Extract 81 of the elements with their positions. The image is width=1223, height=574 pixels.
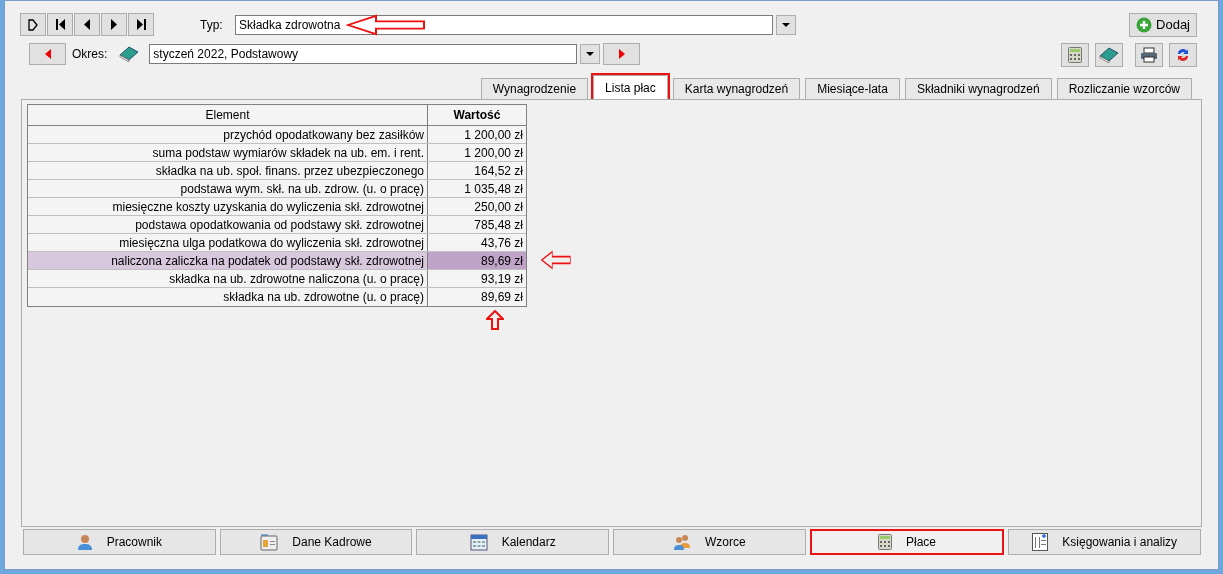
table-cell-text: 93,19 zł	[479, 270, 524, 287]
calculator-icon	[1068, 47, 1082, 63]
table-row[interactable]: przychód opodatkowany bez zasiłków 1 200,00 zł	[28, 126, 526, 144]
table-cell: suma podstaw wymiarów składek na ub. em. i rent.	[28, 144, 428, 161]
previous-icon	[84, 19, 90, 30]
table-cell-text: 164,52 zł	[473, 162, 524, 179]
table-cell-text: 250,00 zł	[473, 198, 524, 215]
typ-field[interactable]: Składka zdrowotna	[235, 14, 773, 35]
next-icon	[111, 19, 117, 30]
table-cell: miesięczna ulga podatkowa do wyliczenia skł. zdrowotnej	[28, 234, 428, 251]
table-cell-text: 1 035,48 zł	[463, 180, 524, 197]
last-icon	[136, 19, 146, 30]
next-period-button[interactable]	[603, 43, 641, 65]
navigation-button[interactable]	[20, 13, 46, 36]
navigation-button[interactable]	[101, 13, 127, 36]
module-button[interactable]: Dane Kadrowe	[219, 529, 413, 555]
table-cell-text: 89,69 zł	[479, 289, 524, 306]
table-cell: składka na ub. zdrowotne (u. o pracę)	[28, 288, 428, 306]
table-row[interactable]: składka na ub. społ. finans. przez ubezpieczonego 164,52 zł	[28, 162, 526, 180]
column-header[interactable]: Wartość	[428, 105, 526, 125]
table-row[interactable]: składka na ub. zdrowotne naliczona (u. o pracę) 93,19 zł	[28, 270, 526, 288]
toolbar-button[interactable]	[1095, 43, 1123, 67]
first-icon	[55, 19, 65, 30]
plus-icon	[1136, 17, 1153, 33]
toolbar-button[interactable]	[1169, 43, 1197, 67]
module-button[interactable]: Pracownik	[23, 529, 216, 555]
tab[interactable]: Miesiące-lata	[805, 78, 900, 99]
table-cell: podstawa opodatkowania od podstawy skł. zdrowotnej	[28, 216, 428, 233]
table-row[interactable]: suma podstaw wymiarów składek na ub. em. i rent. 1 200,00 zł	[28, 144, 526, 162]
okres-label: Okres:	[72, 46, 108, 63]
table-cell: miesięczne koszty uzyskania do wyliczenia skł. zdrowotnej	[28, 198, 428, 215]
module-button[interactable]: Płace	[809, 529, 1005, 555]
calculator-icon	[878, 534, 892, 550]
caret-icon	[586, 52, 595, 56]
navigation-button[interactable]	[47, 13, 73, 36]
typ-label: Typ:	[200, 16, 224, 34]
book-icon	[119, 46, 140, 62]
navigation-button[interactable]	[74, 13, 100, 36]
book-icon	[1099, 47, 1119, 63]
previous-period-button[interactable]	[29, 43, 66, 65]
ledger-icon	[1032, 533, 1049, 551]
id-card-icon	[260, 533, 279, 551]
left-arrow-icon	[44, 49, 51, 59]
table-cell-text: 43,76 zł	[479, 234, 524, 251]
person-icon	[76, 534, 93, 550]
people-icon	[673, 534, 691, 550]
table-row[interactable]: podstawa opodatkowania od podstawy skł. zdrowotnej 785,48 zł	[28, 216, 526, 234]
tab[interactable]: Lista płac	[593, 75, 668, 99]
caret-icon	[782, 22, 790, 27]
table-row[interactable]: podstawa wym. skł. na ub. zdrow. (u. o pracę) 1 035,48 zł	[28, 180, 526, 198]
add-button[interactable]: Dodaj	[1129, 13, 1197, 37]
column-header[interactable]: Element	[28, 105, 428, 125]
tab[interactable]: Wynagrodzenie	[480, 78, 589, 99]
refresh-icon	[1175, 47, 1191, 63]
right-arrow-icon	[618, 49, 625, 59]
table-cell: przychód opodatkowany bez zasiłków	[28, 126, 428, 143]
table-cell-text: 1 200,00 zł	[463, 144, 524, 161]
module-button[interactable]: Kalendarz	[416, 529, 609, 555]
navigation-button[interactable]	[128, 13, 154, 36]
new-record-icon	[28, 18, 38, 31]
calendar-icon	[469, 533, 488, 551]
toolbar-button[interactable]	[1061, 43, 1089, 67]
tab[interactable]: Rozliczanie wzorców	[1056, 78, 1192, 99]
typ-value: Składka zdrowotna	[239, 16, 341, 34]
tab[interactable]: Składniki wynagrodzeń	[904, 78, 1052, 99]
dropdown-button[interactable]	[776, 14, 796, 35]
table-cell: składka na ub. społ. finans. przez ubezpieczonego	[28, 162, 428, 179]
table-cell: składka na ub. zdrowotne naliczona (u. o pracę)	[28, 270, 428, 287]
table-cell-text: 1 200,00 zł	[463, 126, 524, 143]
print-icon	[1140, 47, 1158, 63]
tab[interactable]: Karta wynagrodzeń	[672, 78, 801, 99]
table-row[interactable]: miesięczna ulga podatkowa do wyliczenia skł. zdrowotnej 43,76 zł	[28, 234, 526, 252]
okres-field[interactable]: styczeń 2022, Podstawowy	[149, 44, 578, 64]
table-cell: podstawa wym. skł. na ub. zdrow. (u. o pracę)	[28, 180, 428, 197]
table-cell: 89,69 zł	[428, 252, 526, 269]
module-button[interactable]: Wzorce	[613, 529, 806, 555]
table-cell-text: 785,48 zł	[473, 216, 524, 233]
dropdown-button[interactable]	[580, 44, 601, 64]
toolbar-button[interactable]	[1135, 43, 1163, 67]
table-row[interactable]: miesięczne koszty uzyskania do wyliczenia skł. zdrowotnej 250,00 zł	[28, 198, 526, 216]
module-button[interactable]: Księgowania i analizy	[1008, 529, 1202, 555]
